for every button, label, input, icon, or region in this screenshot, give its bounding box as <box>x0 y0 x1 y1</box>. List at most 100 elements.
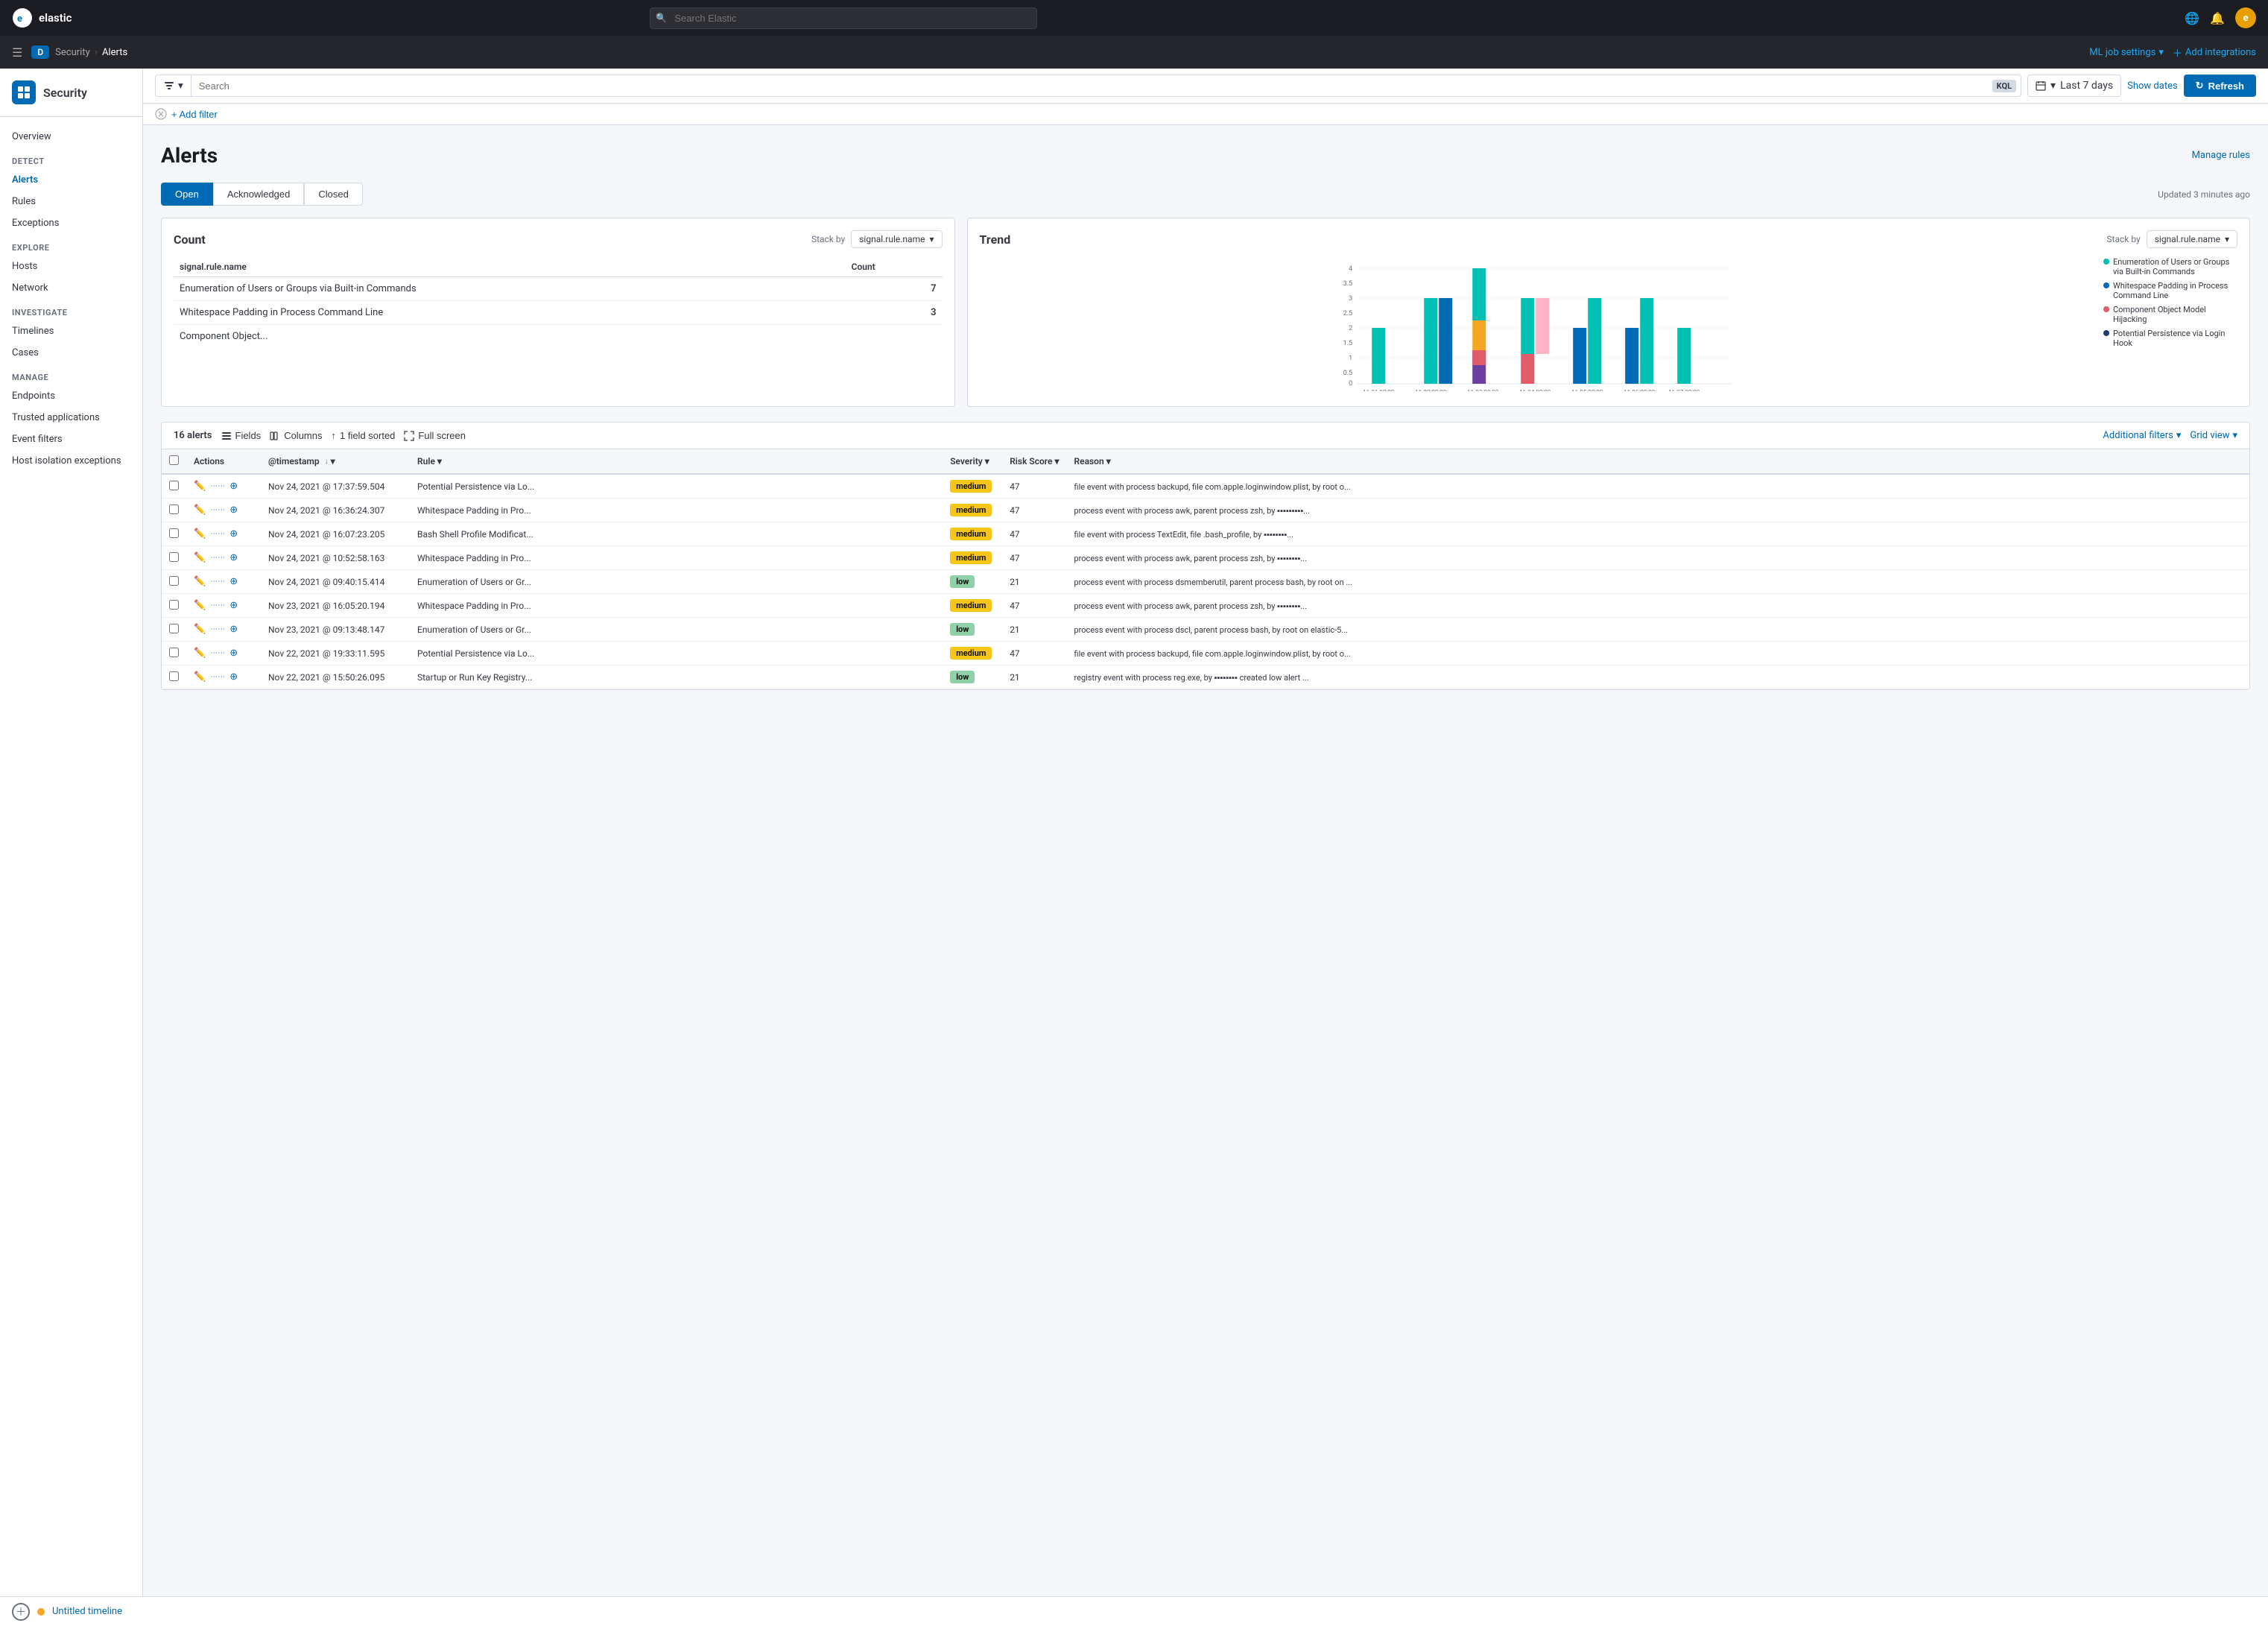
add-note-icon[interactable]: ⋯⋯ <box>210 649 225 657</box>
investigate-icon[interactable]: ✏️ <box>194 528 206 540</box>
add-note-icon[interactable]: ⋯⋯ <box>210 601 225 610</box>
grid-view-button[interactable]: Grid view ▾ <box>2190 430 2237 441</box>
investigate-icon[interactable]: ✏️ <box>194 481 206 492</box>
search-input[interactable] <box>650 7 1037 29</box>
sidebar-item-alerts[interactable]: Alerts <box>0 169 142 191</box>
more-icon[interactable]: ⊕ <box>229 504 238 516</box>
timeline-name[interactable]: Untitled timeline <box>52 1606 122 1617</box>
trend-stack-by-select[interactable]: signal.rule.name ▾ <box>2147 230 2237 248</box>
more-icon[interactable]: ⊕ <box>229 576 238 587</box>
row-checkbox-cell[interactable] <box>162 570 186 594</box>
row-checkbox[interactable] <box>169 576 179 586</box>
sidebar-item-hosts[interactable]: Hosts <box>0 256 142 277</box>
breadcrumb-alerts[interactable]: Alerts <box>102 47 127 58</box>
elastic-logo[interactable]: e elastic <box>12 7 72 28</box>
add-integrations-button[interactable]: ＋ Add integrations <box>2173 45 2256 60</box>
fields-button[interactable]: Fields <box>221 430 262 441</box>
add-note-icon[interactable]: ⋯⋯ <box>210 673 225 681</box>
avatar[interactable]: e <box>2235 7 2256 28</box>
row-checkbox[interactable] <box>169 552 179 562</box>
investigate-icon[interactable]: ✏️ <box>194 576 206 587</box>
row-checkbox-cell[interactable] <box>162 665 186 689</box>
add-note-icon[interactable]: ⋯⋯ <box>210 578 225 586</box>
row-checkbox[interactable] <box>169 481 179 490</box>
show-dates-link[interactable]: Show dates <box>2127 80 2178 92</box>
select-all-checkbox[interactable] <box>169 455 179 465</box>
add-note-icon[interactable]: ⋯⋯ <box>210 530 225 538</box>
row-checkbox-cell[interactable] <box>162 594 186 618</box>
investigate-icon[interactable]: ✏️ <box>194 552 206 563</box>
sidebar-item-overview[interactable]: Overview <box>0 126 142 148</box>
filter-search-input[interactable] <box>191 76 1992 96</box>
more-icon[interactable]: ⊕ <box>229 481 238 492</box>
hamburger-menu[interactable]: ☰ <box>12 45 22 60</box>
additional-filters-button[interactable]: Additional filters ▾ <box>2103 430 2181 441</box>
sidebar-item-endpoints[interactable]: Endpoints <box>0 385 142 407</box>
col-risk-header[interactable]: Risk Score ▾ <box>1002 449 1066 474</box>
more-icon[interactable]: ⊕ <box>229 671 238 683</box>
investigate-icon[interactable]: ✏️ <box>194 648 206 659</box>
sidebar-item-cases[interactable]: Cases <box>0 342 142 364</box>
investigate-icon[interactable]: ✏️ <box>194 624 206 635</box>
globe-icon[interactable]: 🌐 <box>2185 11 2199 25</box>
row-checkbox-cell[interactable] <box>162 642 186 665</box>
filter-type-dropdown[interactable]: ▾ <box>156 75 191 96</box>
action-icons: ✏️ ⋯⋯ ⊕ <box>194 648 253 659</box>
add-note-icon[interactable]: ⋯⋯ <box>210 482 225 490</box>
add-note-icon[interactable]: ⋯⋯ <box>210 625 225 633</box>
columns-button[interactable]: Columns <box>270 430 322 441</box>
sidebar-item-trusted-apps[interactable]: Trusted applications <box>0 407 142 428</box>
sidebar-item-timelines[interactable]: Timelines <box>0 320 142 342</box>
more-icon[interactable]: ⊕ <box>229 648 238 659</box>
bar-1123-orange <box>1472 320 1486 350</box>
row-checkbox[interactable] <box>169 624 179 633</box>
row-checkbox[interactable] <box>169 504 179 514</box>
row-checkbox-cell[interactable] <box>162 522 186 546</box>
count-table: signal.rule.name Count Enumeration of Us… <box>174 257 943 348</box>
add-note-icon[interactable]: ⋯⋯ <box>210 506 225 514</box>
more-icon[interactable]: ⊕ <box>229 552 238 563</box>
tab-closed[interactable]: Closed <box>304 183 362 206</box>
more-icon[interactable]: ⊕ <box>229 600 238 611</box>
filter-input-wrap[interactable]: ▾ KQL <box>155 75 2021 97</box>
date-picker[interactable]: ▾ Last 7 days <box>2027 75 2121 97</box>
row-checkbox-cell[interactable] <box>162 618 186 642</box>
row-checkbox[interactable] <box>169 671 179 681</box>
tab-open[interactable]: Open <box>161 183 213 206</box>
col-rule-header[interactable]: Rule ▾ <box>410 449 943 474</box>
more-icon[interactable]: ⊕ <box>229 624 238 635</box>
breadcrumb-security[interactable]: Security <box>55 47 90 58</box>
manage-rules-link[interactable]: Manage rules <box>2192 150 2250 161</box>
ml-job-settings[interactable]: ML job settings ▾ <box>2089 47 2164 58</box>
investigate-icon[interactable]: ✏️ <box>194 600 206 611</box>
add-filter-button[interactable]: + Add filter <box>171 109 218 120</box>
row-checkbox-cell[interactable] <box>162 499 186 522</box>
sidebar-item-host-isolation[interactable]: Host isolation exceptions <box>0 450 142 472</box>
row-checkbox[interactable] <box>169 600 179 610</box>
row-checkbox-cell[interactable] <box>162 546 186 570</box>
sidebar-item-exceptions[interactable]: Exceptions <box>0 212 142 234</box>
col-reason-header[interactable]: Reason ▾ <box>1066 449 2249 474</box>
row-checkbox[interactable] <box>169 648 179 657</box>
add-note-icon[interactable]: ⋯⋯ <box>210 554 225 562</box>
add-to-timeline-button[interactable]: ＋ <box>12 1603 30 1621</box>
calendar-icon <box>2036 80 2046 91</box>
sidebar-item-network[interactable]: Network <box>0 277 142 299</box>
investigate-icon[interactable]: ✏️ <box>194 504 206 516</box>
count-stack-by-select[interactable]: signal.rule.name ▾ <box>851 230 942 248</box>
col-timestamp-header[interactable]: @timestamp ↓ ▾ <box>261 449 410 474</box>
more-icon[interactable]: ⊕ <box>229 528 238 540</box>
notification-icon[interactable]: 🔔 <box>2210 11 2225 25</box>
refresh-button[interactable]: ↻ Refresh <box>2184 75 2256 97</box>
col-severity-header[interactable]: Severity ▾ <box>943 449 1002 474</box>
row-checkbox[interactable] <box>169 528 179 538</box>
investigate-icon[interactable]: ✏️ <box>194 671 206 683</box>
row-checkbox-cell[interactable] <box>162 474 186 499</box>
sidebar-item-rules[interactable]: Rules <box>0 191 142 212</box>
tab-acknowledged[interactable]: Acknowledged <box>213 183 305 206</box>
fullscreen-button[interactable]: Full screen <box>404 430 466 441</box>
col-select-all[interactable] <box>162 449 186 474</box>
global-search-bar[interactable]: 🔍 <box>650 7 1037 29</box>
sort-button[interactable]: ↑ 1 field sorted <box>331 430 395 441</box>
sidebar-item-event-filters[interactable]: Event filters <box>0 428 142 450</box>
